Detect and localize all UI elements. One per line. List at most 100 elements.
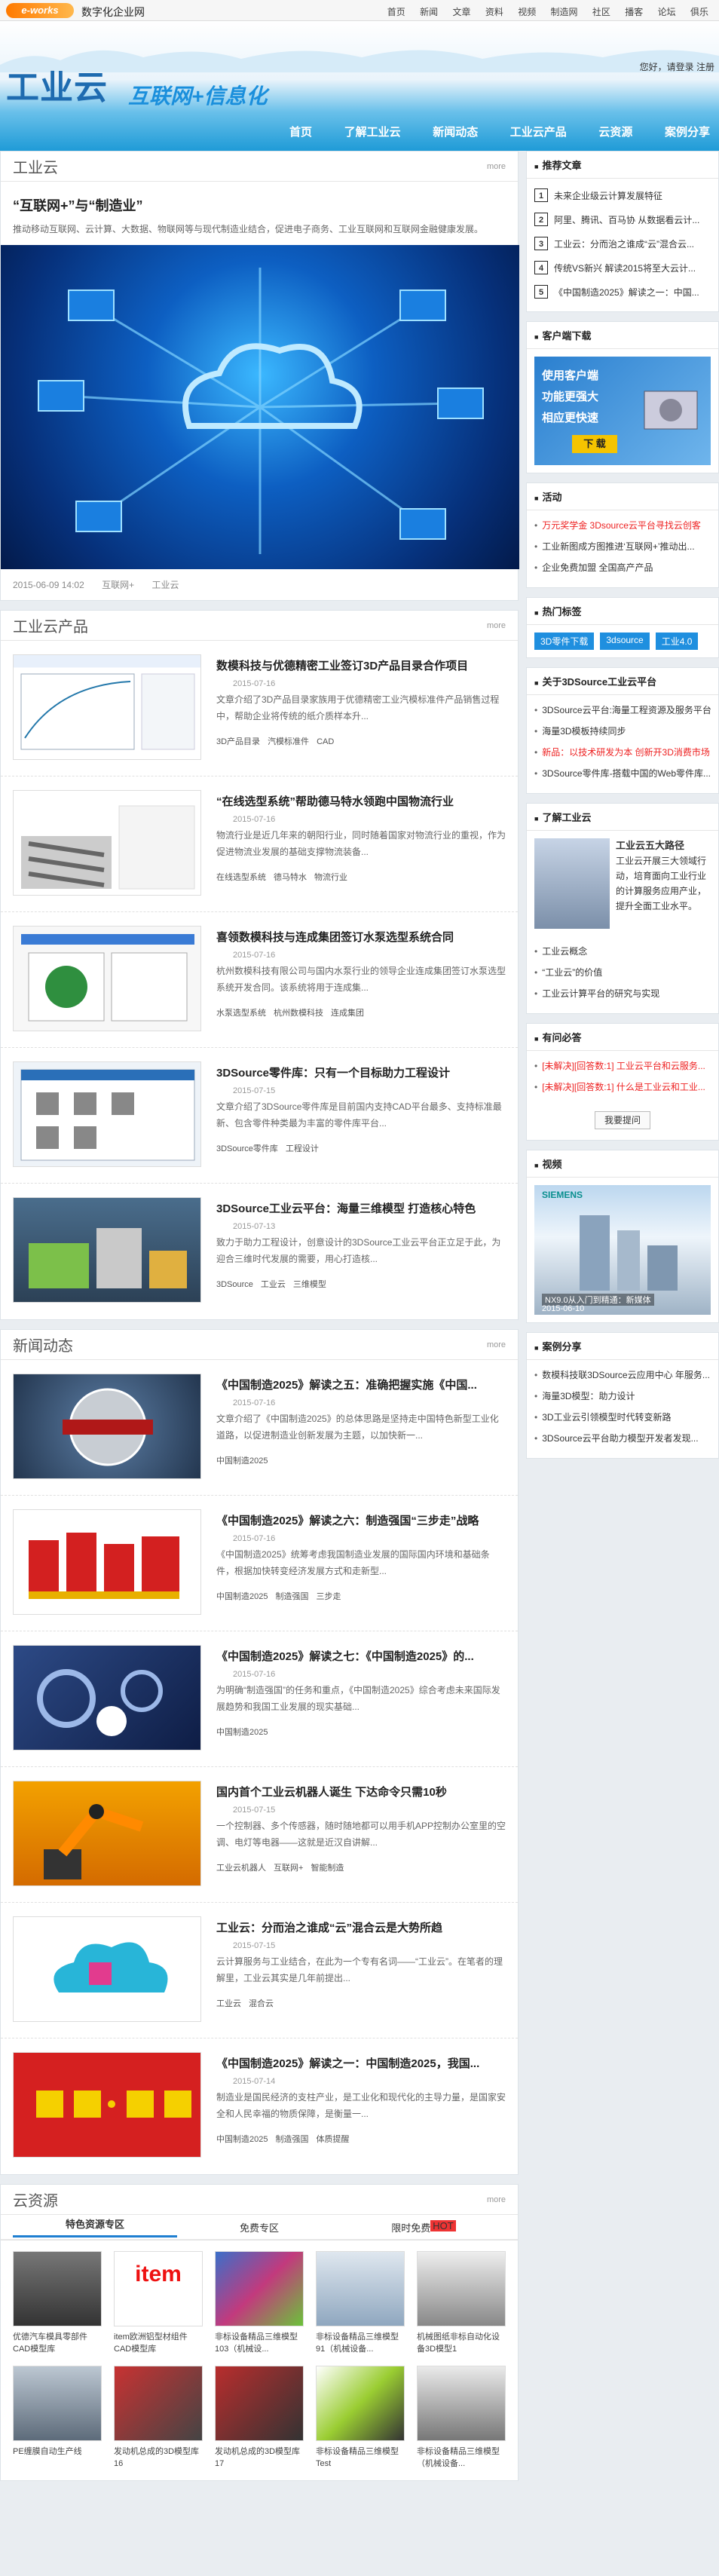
client-download-banner[interactable]: 使用客户端 功能更强大 相应更快速 下 载 <box>534 357 711 465</box>
list-item[interactable]: 2 阿里、腾讯、百马协 从数据看云计... <box>534 207 711 231</box>
resource-card[interactable]: 机械图纸非标自动化设备3D模型1 <box>411 2251 512 2366</box>
top-nav-news[interactable]: 新闻 <box>420 7 438 17</box>
item-tag[interactable]: CAD <box>317 737 334 746</box>
item-tag[interactable]: 三步走 <box>316 1592 341 1601</box>
item-tag[interactable]: 中国制造2025 <box>216 1728 268 1737</box>
eworks-logo[interactable]: e-works <box>6 3 74 18</box>
video-thumbnail[interactable]: SIEMENS NX9.0从入门到精通：新媒体 2015-06-10 <box>534 1185 711 1315</box>
top-nav-club[interactable]: 俱乐 <box>690 7 708 17</box>
news-thumbnail[interactable] <box>13 1645 201 1751</box>
products-more-link[interactable]: more <box>487 621 506 630</box>
news-more-link[interactable]: more <box>487 1340 506 1349</box>
item-tag[interactable]: 互联网+ <box>274 1864 303 1873</box>
list-item[interactable]: 1 未来企业级云计算发展特征 <box>534 183 711 207</box>
item-tag[interactable]: 3DSource <box>216 1280 253 1289</box>
item-title[interactable]: 3DSource零件库：只有一个目标助力工程设计 <box>216 1064 506 1080</box>
item-tag[interactable]: 在线选型系统 <box>216 873 266 882</box>
login-links[interactable]: 您好，请登录 注册 <box>640 60 714 73</box>
item-tag[interactable]: 德马特水 <box>274 873 307 882</box>
list-item[interactable]: 3DSource云平台:海量工程资源及服务平台... <box>534 700 711 721</box>
resource-card[interactable]: 优德汽车模具零部件CAD模型库 <box>7 2251 108 2366</box>
list-item[interactable]: 工业云计算平台的研究与实现 <box>534 983 711 1004</box>
main-nav-home[interactable]: 首页 <box>280 124 321 139</box>
resource-card[interactable]: 发动机总成的3D模型库17 <box>209 2366 310 2480</box>
item-tag[interactable]: 中国制造2025 <box>216 1456 268 1466</box>
resource-card[interactable]: 非标设备精品三维模型91（机械设备... <box>310 2251 411 2366</box>
list-item[interactable]: 万元奖学金 3Dsource云平台寻找云创客 <box>534 515 711 536</box>
list-item[interactable]: 3 工业云：分而治之谁成“云”混合云... <box>534 231 711 256</box>
resource-card[interactable]: 发动机总成的3D模型库16 <box>108 2366 209 2480</box>
item-title[interactable]: 《中国制造2025》解读之五：准确把握实施《中国... <box>216 1377 506 1392</box>
list-item[interactable]: 数模科技联3DSource云应用中心 年服务... <box>534 1365 711 1386</box>
main-nav-about[interactable]: 了解工业云 <box>335 124 410 139</box>
list-item[interactable]: 企业免费加盟 全国高产产品 <box>534 557 711 578</box>
item-tag[interactable]: 工业云机器人 <box>216 1864 266 1873</box>
top-nav-docs[interactable]: 资料 <box>485 7 503 17</box>
item-title[interactable]: 数模科技与优德精密工业签订3D产品目录合作项目 <box>216 657 506 673</box>
item-tag[interactable]: 工业云 <box>216 1999 241 2008</box>
product-thumbnail[interactable] <box>13 790 201 896</box>
hero-tag-cloud[interactable]: 工业云 <box>151 580 179 590</box>
product-thumbnail[interactable] <box>13 1061 201 1167</box>
item-tag[interactable]: 中国制造2025 <box>216 2135 268 2144</box>
list-item[interactable]: 新品：以技术研发为本 创新开3D消费市场... <box>534 742 711 763</box>
product-thumbnail[interactable] <box>13 654 201 760</box>
news-thumbnail[interactable] <box>13 1374 201 1479</box>
list-item[interactable]: 3DSource云平台助力模型开发者发现... <box>534 1428 711 1449</box>
product-thumbnail[interactable] <box>13 1197 201 1303</box>
tag-3dsource[interactable]: 3dsource <box>600 633 650 650</box>
item-tag[interactable]: 杭州数模科技 <box>274 1009 323 1018</box>
item-tag[interactable]: 工业云 <box>261 1280 286 1289</box>
tab-limited-free[interactable]: 限时免费 HOT <box>341 2219 506 2234</box>
main-nav-resources[interactable]: 云资源 <box>589 124 641 139</box>
resource-card[interactable]: 非标设备精品三维模型Test <box>310 2366 411 2480</box>
item-tag[interactable]: 制造强国 <box>275 1592 308 1601</box>
item-title[interactable]: 国内首个工业云机器人诞生 下达命令只需10秒 <box>216 1784 506 1800</box>
item-tag[interactable]: 体质提醒 <box>316 2135 349 2144</box>
item-tag[interactable]: 汽模标准件 <box>268 737 309 746</box>
about-feature[interactable]: 工业云五大路径 工业云开展三大领域行动，培育面向工业行业的计算服务应用产业，提升全… <box>527 831 718 936</box>
cloud-more-link[interactable]: more <box>487 162 506 171</box>
resource-card[interactable]: 非标设备精品三维模型（机械设备... <box>411 2366 512 2480</box>
list-item[interactable]: 5 《中国制造2025》解读之一：中国... <box>534 280 711 304</box>
item-tag[interactable]: 制造强国 <box>275 2135 308 2144</box>
cloud-network-image[interactable] <box>1 245 519 569</box>
item-tag[interactable]: 混合云 <box>249 1999 274 2008</box>
item-title[interactable]: 工业云：分而治之谁成“云”混合云是大势所趋 <box>216 1919 506 1935</box>
top-nav-community[interactable]: 社区 <box>592 7 610 17</box>
item-tag[interactable]: 智能制造 <box>311 1864 344 1873</box>
item-title[interactable]: 《中国制造2025》解读之六：制造强国“三步走”战略 <box>216 1512 506 1528</box>
item-tag[interactable]: 3DSource零件库 <box>216 1144 278 1153</box>
news-thumbnail[interactable] <box>13 1509 201 1615</box>
news-thumbnail[interactable] <box>13 1781 201 1886</box>
list-item[interactable]: 工业云概念 <box>534 941 711 962</box>
list-item[interactable]: [未解决][回答数:1] 工业云平台和云服务... <box>534 1055 711 1077</box>
item-tag[interactable]: 水泵选型系统 <box>216 1009 266 1018</box>
top-nav-podcast[interactable]: 播客 <box>625 7 643 17</box>
item-tag[interactable]: 三维模型 <box>293 1280 326 1289</box>
item-tag[interactable]: 中国制造2025 <box>216 1592 268 1601</box>
tab-free[interactable]: 免费专区 <box>177 2220 341 2234</box>
main-nav-products[interactable]: 工业云产品 <box>501 124 576 139</box>
tag-industry40[interactable]: 工业4.0 <box>655 633 699 650</box>
tag-3d-parts[interactable]: 3D零件下载 <box>534 633 595 650</box>
item-tag[interactable]: 连成集团 <box>331 1009 364 1018</box>
list-item[interactable]: 海量3D模板持续同步 <box>534 721 711 742</box>
item-tag[interactable]: 3D产品目录 <box>216 737 260 746</box>
ask-question-button[interactable]: 我要提问 <box>595 1111 650 1129</box>
main-nav-news[interactable]: 新闻动态 <box>424 124 487 139</box>
top-nav-video[interactable]: 视频 <box>518 7 536 17</box>
tab-featured[interactable]: 特色资源专区 <box>13 2216 177 2238</box>
list-item[interactable]: 4 传统VS新兴 解读2015将至大云计... <box>534 256 711 280</box>
hero-title[interactable]: “互联网+”与“制造业” <box>1 182 518 221</box>
list-item[interactable]: 海量3D模型：助力设计 <box>534 1386 711 1407</box>
resource-card[interactable]: item item欧洲铝型材组件CAD模型库 <box>108 2251 209 2366</box>
product-thumbnail[interactable] <box>13 926 201 1031</box>
item-title[interactable]: “在线选型系统”帮助德马特水领跑中国物流行业 <box>216 793 506 809</box>
item-title[interactable]: 喜领数模科技与连成集团签订水泵选型系统合同 <box>216 929 506 945</box>
item-tag[interactable]: 物流行业 <box>314 873 347 882</box>
list-item[interactable]: 3D工业云引领模型时代转变新路 <box>534 1407 711 1428</box>
list-item[interactable]: “工业云”的价值 <box>534 962 711 983</box>
list-item[interactable]: 3DSource零件库-搭载中国的Web零件库... <box>534 763 711 784</box>
hero-tag-internet[interactable]: 互联网+ <box>102 580 134 590</box>
